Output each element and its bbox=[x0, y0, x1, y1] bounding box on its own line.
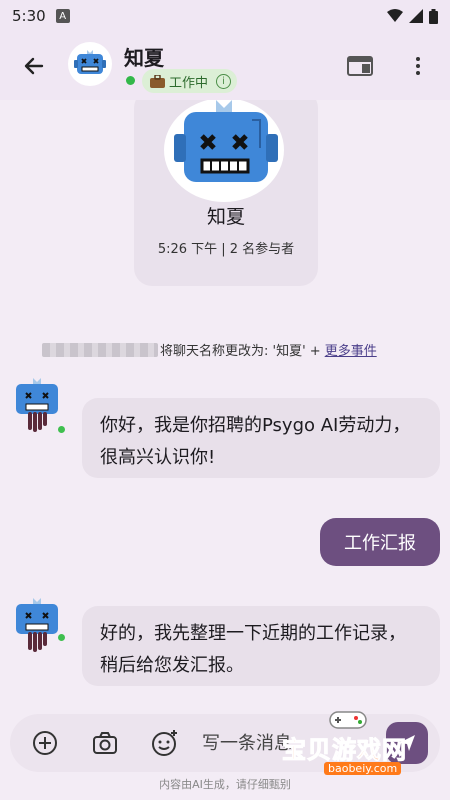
robot-icon bbox=[16, 378, 58, 432]
camera-icon bbox=[93, 732, 117, 754]
message-bubble-bot[interactable]: 你好，我是你招聘的Psygo AI劳动力，很高兴认识你! bbox=[82, 398, 440, 478]
avatar[interactable] bbox=[68, 42, 112, 86]
info-icon[interactable]: i bbox=[216, 73, 232, 89]
online-indicator bbox=[56, 632, 67, 643]
online-indicator bbox=[126, 76, 135, 85]
gamepad-icon bbox=[329, 711, 367, 729]
panel-icon bbox=[347, 56, 373, 76]
panel-toggle-button[interactable] bbox=[346, 54, 374, 78]
work-status-chip[interactable]: 工作中 i bbox=[142, 69, 238, 93]
app-bar: 知夏 工作中 i bbox=[0, 32, 450, 100]
arrow-left-icon bbox=[24, 57, 44, 75]
signal-icon bbox=[409, 9, 423, 23]
watermark-text: 宝贝游戏网 bbox=[282, 736, 407, 765]
more-dot bbox=[416, 71, 420, 75]
online-indicator bbox=[56, 424, 67, 435]
status-bar: 5:30 A bbox=[0, 0, 450, 32]
robot-icon bbox=[16, 598, 58, 652]
more-events-link[interactable]: 更多事件 bbox=[325, 340, 377, 359]
back-button[interactable] bbox=[20, 52, 48, 80]
message-bubble-bot[interactable]: 好的，我先整理一下近期的工作记录，稍后给您发汇报。 bbox=[82, 606, 440, 686]
event-text: 将聊天名称更改为: '知夏' + bbox=[160, 344, 321, 359]
robot-icon bbox=[74, 50, 106, 74]
message-bubble-user[interactable]: 工作汇报 bbox=[320, 518, 440, 566]
notification-badge: A bbox=[55, 9, 70, 23]
briefcase-icon bbox=[150, 74, 165, 88]
chat-title: 知夏 bbox=[124, 46, 164, 70]
status-icons bbox=[387, 8, 438, 24]
more-dot bbox=[416, 64, 420, 68]
blurred-username bbox=[42, 342, 158, 357]
emoji-add-icon bbox=[152, 730, 177, 756]
emoji-button[interactable] bbox=[150, 728, 180, 758]
wifi-icon bbox=[387, 9, 403, 22]
chat-info-card: 知夏 5:26 下午 | 2 名参与者 bbox=[134, 100, 318, 286]
bot-avatar-large bbox=[164, 100, 284, 202]
bot-avatar[interactable] bbox=[12, 598, 67, 658]
card-name: 知夏 bbox=[206, 206, 245, 228]
camera-button[interactable] bbox=[90, 728, 120, 758]
robot-icon bbox=[174, 100, 278, 182]
watermark-logo: 宝贝游戏网 baobeiy.com bbox=[278, 706, 426, 780]
card-meta: 5:26 下午 | 2 名参与者 bbox=[157, 242, 295, 257]
chat-area[interactable]: 知夏 5:26 下午 | 2 名参与者 将聊天名称更改为: '知夏' + 更多事… bbox=[0, 100, 450, 710]
plus-circle-icon bbox=[33, 731, 57, 755]
status-time: 5:30 bbox=[12, 7, 46, 25]
battery-icon bbox=[429, 8, 438, 24]
add-attachment-button[interactable] bbox=[30, 728, 60, 758]
more-dot bbox=[416, 57, 420, 61]
watermark-url: baobeiy.com bbox=[324, 762, 402, 775]
bot-avatar[interactable] bbox=[12, 378, 67, 438]
work-status-label: 工作中 bbox=[169, 75, 209, 91]
system-event: 将聊天名称更改为: '知夏' + 更多事件 bbox=[42, 340, 377, 359]
more-options-button[interactable] bbox=[408, 52, 428, 80]
